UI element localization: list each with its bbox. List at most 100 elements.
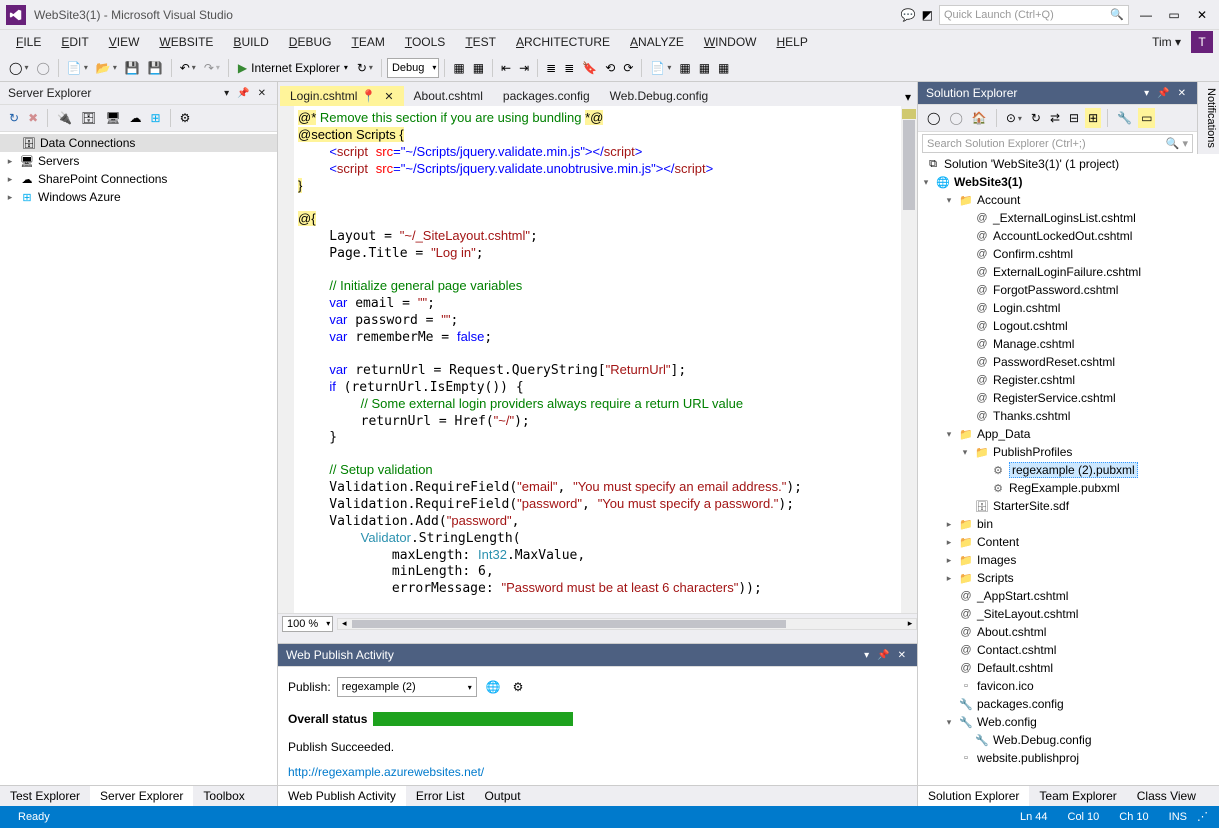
se-refresh-button[interactable]: ↻ — [6, 108, 22, 128]
bottom-tab[interactable]: Team Explorer — [1029, 786, 1126, 806]
expander-icon[interactable]: ▸ — [943, 555, 955, 566]
expander-icon[interactable]: ▸ — [943, 519, 955, 530]
solution-tree-item[interactable]: @Confirm.cshtml — [918, 245, 1197, 263]
se-azure-button[interactable]: ⊞ — [148, 108, 164, 128]
bookmark-button[interactable]: 🔖 — [579, 57, 600, 79]
tb-icon-6[interactable]: ▦ — [676, 57, 693, 79]
menu-view[interactable]: VIEW — [99, 32, 150, 52]
uncomment-button[interactable]: ≣ — [561, 57, 577, 79]
bottom-tab[interactable]: Test Explorer — [0, 786, 90, 806]
server-explorer-tree[interactable]: 🗄Data Connections ▸🖥Servers ▸☁SharePoint… — [0, 132, 277, 785]
tb-icon-4[interactable]: ⟳ — [620, 57, 636, 79]
indent-in-button[interactable]: ⇥ — [516, 57, 532, 79]
expander-icon[interactable]: ▾ — [943, 717, 955, 728]
solution-tree-item[interactable]: ▾🔧Web.config — [918, 713, 1197, 731]
solution-tree-item[interactable]: ▾📁Account — [918, 191, 1197, 209]
menu-architecture[interactable]: ARCHITECTURE — [506, 32, 620, 52]
bottom-tab[interactable]: Error List — [406, 786, 475, 806]
se-stop-button[interactable]: ✖ — [25, 108, 41, 128]
publish-globe-button[interactable]: 🌐 — [483, 676, 504, 698]
redo-button[interactable]: ↷ — [201, 57, 223, 79]
se-properties-button[interactable]: 🔧 — [1114, 108, 1135, 128]
bottom-tab[interactable]: Server Explorer — [90, 786, 193, 806]
solution-tree-item[interactable]: @Logout.cshtml — [918, 317, 1197, 335]
solution-tree-item[interactable]: @About.cshtml — [918, 623, 1197, 641]
panel-close-icon[interactable]: ✕ — [255, 88, 269, 99]
solution-tree-item[interactable]: 🗄StarterSite.sdf — [918, 497, 1197, 515]
panel-dropdown-icon[interactable]: ▾ — [861, 650, 872, 661]
tb-icon-2[interactable]: ▦ — [470, 57, 487, 79]
panel-pin-icon[interactable]: 📌 — [234, 88, 252, 99]
solution-tree-item[interactable]: @Login.cshtml — [918, 299, 1197, 317]
close-tab-icon[interactable]: ✕ — [384, 90, 393, 103]
minimize-button[interactable]: — — [1135, 5, 1157, 25]
panel-pin-icon[interactable]: 📌 — [874, 650, 892, 661]
publish-settings-button[interactable]: ⚙ — [510, 676, 527, 698]
menu-analyze[interactable]: ANALYZE — [620, 32, 694, 52]
solution-tree-item[interactable]: @Default.cshtml — [918, 659, 1197, 677]
solution-tree-item[interactable]: ▸📁Scripts — [918, 569, 1197, 587]
solution-tree-item[interactable]: @Register.cshtml — [918, 371, 1197, 389]
solution-tree-item[interactable]: @PasswordReset.cshtml — [918, 353, 1197, 371]
panel-pin-icon[interactable]: 📌 — [1154, 88, 1172, 99]
tree-item-sharepoint[interactable]: ▸☁SharePoint Connections — [0, 170, 277, 188]
editor-tab[interactable]: packages.config — [493, 86, 600, 106]
menu-help[interactable]: HELP — [766, 32, 817, 52]
se-back-button[interactable]: ◯ — [924, 108, 943, 128]
close-button[interactable]: ✕ — [1191, 5, 1213, 25]
solution-tree-item[interactable]: @ExternalLoginFailure.cshtml — [918, 263, 1197, 281]
se-sync-button[interactable]: ⇄ — [1047, 108, 1063, 128]
solution-tree-item[interactable]: ▫favicon.ico — [918, 677, 1197, 695]
bottom-tab[interactable]: Toolbox — [193, 786, 254, 806]
expander-icon[interactable]: ▾ — [959, 447, 971, 458]
expander-icon[interactable]: ▾ — [943, 429, 955, 440]
solution-tree[interactable]: ⧉Solution 'WebSite3(1)' (1 project) ▾🌐We… — [918, 155, 1197, 785]
se-connect-button[interactable]: 🔌 — [54, 108, 75, 128]
solution-tree-item[interactable]: ▾📁PublishProfiles — [918, 443, 1197, 461]
user-avatar[interactable]: T — [1191, 31, 1213, 53]
solution-tree-item[interactable]: @Thanks.cshtml — [918, 407, 1197, 425]
solution-tree-item[interactable]: @Manage.cshtml — [918, 335, 1197, 353]
solution-tree-item[interactable]: @RegisterService.cshtml — [918, 389, 1197, 407]
zoom-combo[interactable]: 100 % — [282, 616, 333, 632]
expander-icon[interactable]: ▾ — [943, 195, 955, 206]
se-misc-button[interactable]: ⚙ — [177, 108, 194, 128]
comment-button[interactable]: ≣ — [543, 57, 559, 79]
notifications-tab[interactable]: Notifications — [1197, 82, 1219, 154]
expander-icon[interactable]: ▸ — [943, 537, 955, 548]
nav-back-button[interactable]: ◯ — [6, 57, 31, 79]
panel-dropdown-icon[interactable]: ▾ — [221, 88, 232, 99]
undo-button[interactable]: ↶ — [177, 57, 199, 79]
se-home-button[interactable]: 🏠 — [969, 108, 990, 128]
menu-window[interactable]: WINDOW — [694, 32, 767, 52]
nav-fwd-button[interactable]: ◯ — [33, 57, 52, 79]
solution-tree-item[interactable]: ▫website.publishproj — [918, 749, 1197, 767]
tb-icon-1[interactable]: ▦ — [450, 57, 467, 79]
solution-tree-item[interactable]: ▸📁bin — [918, 515, 1197, 533]
solution-tree-item[interactable]: @ForgotPassword.cshtml — [918, 281, 1197, 299]
panel-close-icon[interactable]: ✕ — [895, 650, 909, 661]
solution-tree-item[interactable]: @_SiteLayout.cshtml — [918, 605, 1197, 623]
solution-node[interactable]: ⧉Solution 'WebSite3(1)' (1 project) — [918, 155, 1197, 173]
tab-overflow-button[interactable]: ▾ — [899, 88, 917, 106]
horizontal-scrollbar[interactable]: ◂▸ — [337, 618, 917, 630]
menu-team[interactable]: TEAM — [341, 32, 394, 52]
solution-tree-item[interactable]: ⚙regexample (2).pubxml — [918, 461, 1197, 479]
menu-edit[interactable]: EDIT — [51, 32, 98, 52]
menu-tools[interactable]: TOOLS — [395, 32, 455, 52]
publish-link[interactable]: http://regexample.azurewebsites.net/ — [288, 765, 907, 779]
bottom-tab[interactable]: Solution Explorer — [918, 786, 1029, 806]
new-project-button[interactable]: 📄 — [64, 57, 91, 79]
project-node[interactable]: ▾🌐WebSite3(1) — [918, 173, 1197, 191]
code-content[interactable]: @* Remove this section if you are using … — [294, 106, 901, 613]
start-debug-button[interactable]: ▶ Internet Explorer ▾ — [234, 59, 352, 77]
bottom-tab[interactable]: Output — [475, 786, 531, 806]
solution-tree-item[interactable]: @Contact.cshtml — [918, 641, 1197, 659]
solution-tree-item[interactable]: 🔧packages.config — [918, 695, 1197, 713]
expander-icon[interactable]: ▸ — [4, 192, 16, 203]
se-collapse-button[interactable]: ⊟ — [1066, 108, 1082, 128]
panel-dropdown-icon[interactable]: ▾ — [1141, 88, 1152, 99]
solution-tree-item[interactable]: ▸📁Images — [918, 551, 1197, 569]
user-name[interactable]: Tim ▾ — [1146, 32, 1187, 52]
solution-tree-item[interactable]: @_ExternalLoginsList.cshtml — [918, 209, 1197, 227]
